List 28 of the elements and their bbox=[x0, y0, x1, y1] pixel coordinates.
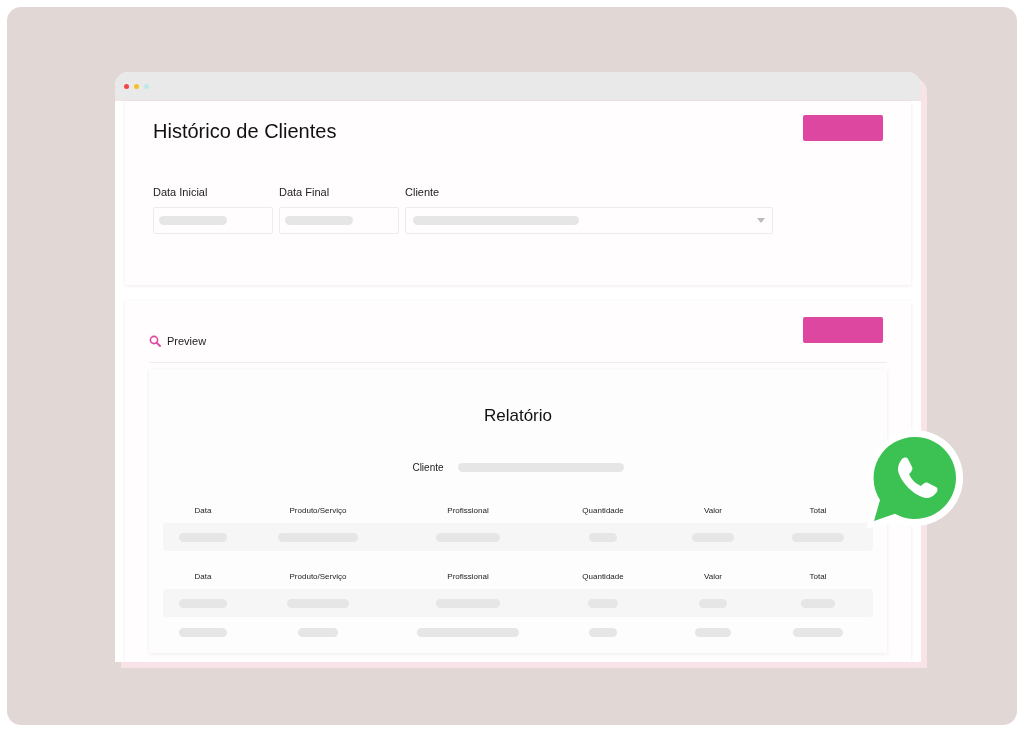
dropdown-caret-icon bbox=[757, 217, 765, 223]
field-label: Cliente bbox=[405, 185, 441, 200]
action-button[interactable] bbox=[803, 317, 883, 343]
page-title: Histórico de Clientes bbox=[153, 119, 337, 144]
search-icon bbox=[149, 335, 161, 348]
column-header: Data bbox=[194, 571, 212, 583]
field-label: Data Final bbox=[279, 185, 331, 200]
column-header: Total bbox=[809, 571, 827, 583]
column-header: Produto/Serviço bbox=[289, 571, 347, 583]
date-field[interactable] bbox=[279, 206, 399, 234]
column-header: Valor bbox=[703, 505, 723, 517]
column-header: Total bbox=[809, 505, 827, 517]
column-header: Data bbox=[194, 505, 212, 517]
report-title: Relatório bbox=[483, 404, 552, 427]
field-label: Data Inicial bbox=[153, 185, 209, 200]
skeleton-bar bbox=[285, 215, 353, 225]
action-button[interactable] bbox=[803, 115, 883, 141]
column-header: Valor bbox=[703, 571, 723, 583]
column-header: Quantidade bbox=[582, 571, 624, 583]
client-label: Cliente bbox=[412, 461, 444, 475]
column-header: Produto/Serviço bbox=[289, 505, 347, 517]
dropdown-field[interactable] bbox=[405, 206, 773, 234]
date-field[interactable] bbox=[153, 206, 273, 234]
preview-label: Preview bbox=[167, 334, 207, 349]
column-header: Profissional bbox=[447, 571, 489, 583]
skeleton-bar bbox=[159, 215, 227, 225]
column-header: Quantidade bbox=[582, 505, 624, 517]
column-header: Profissional bbox=[447, 505, 489, 517]
